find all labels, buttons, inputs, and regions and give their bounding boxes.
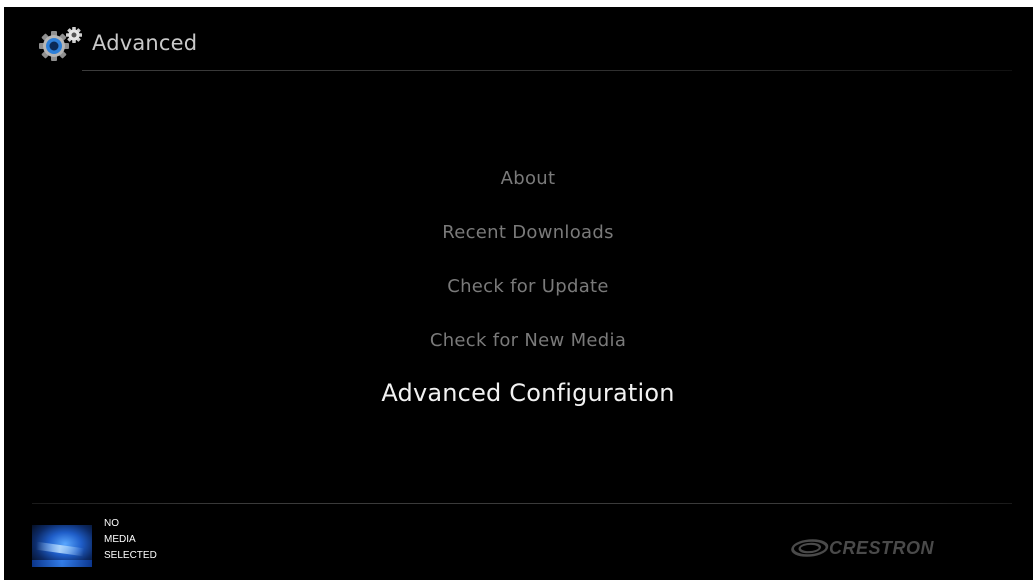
advanced-menu: About Recent Downloads Check for Update … <box>4 7 1033 580</box>
media-thumbnail[interactable] <box>32 525 92 567</box>
crestron-logo: CRESTRON <box>790 536 960 560</box>
brand-name: CRESTRON <box>829 538 935 558</box>
footer-divider <box>32 503 1012 504</box>
menu-item-about[interactable]: About <box>4 168 1033 189</box>
menu-item-check-for-update[interactable]: Check for Update <box>4 276 1033 297</box>
menu-item-advanced-configuration[interactable]: Advanced Configuration <box>4 379 1033 407</box>
media-status-line: MEDIA <box>104 534 136 545</box>
menu-item-recent-downloads[interactable]: Recent Downloads <box>4 222 1033 243</box>
media-status-line: NO <box>104 518 119 529</box>
crestron-logo-mark <box>791 539 829 557</box>
screen: Advanced About Recent Downloads Check fo… <box>4 7 1033 580</box>
media-status-line: SELECTED <box>104 550 157 561</box>
media-status: NO MEDIA SELECTED <box>104 516 157 564</box>
menu-item-check-for-new-media[interactable]: Check for New Media <box>4 330 1033 351</box>
